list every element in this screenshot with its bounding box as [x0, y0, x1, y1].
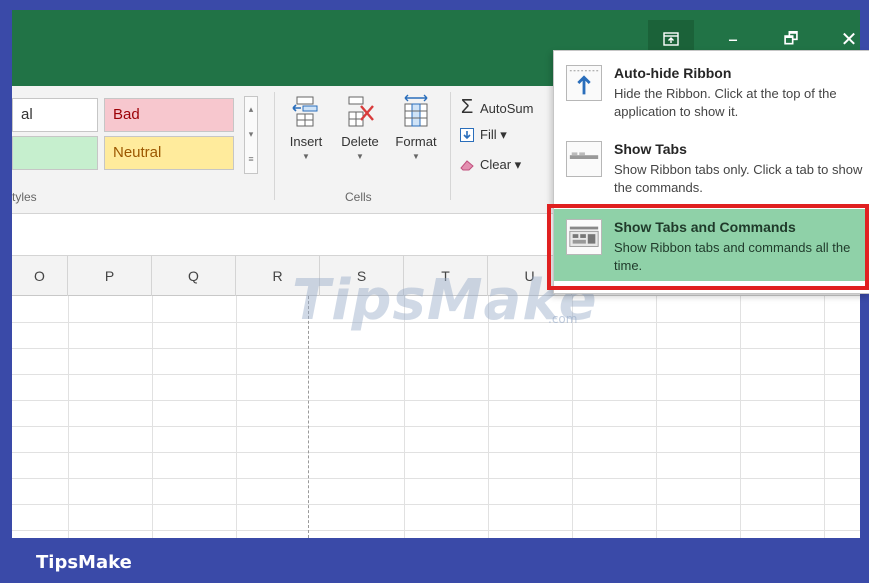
auto-hide-ribbon-icon [566, 65, 602, 101]
insert-button[interactable]: Insert ▼ [280, 94, 332, 161]
column-line [152, 296, 153, 538]
delete-label: Delete [341, 134, 379, 149]
clear-button[interactable]: Clear ▾ [458, 156, 521, 174]
autosum-button[interactable]: Σ AutoSum [458, 96, 534, 119]
clear-label: Clear ▾ [480, 157, 522, 172]
cells-group-label: Cells [345, 190, 372, 204]
scroll-up-icon[interactable]: ▴ [245, 97, 257, 122]
delete-cells-icon [348, 96, 374, 127]
group-divider [450, 92, 451, 200]
format-label: Format [395, 134, 437, 149]
insert-cells-icon [292, 96, 318, 127]
chevron-down-icon: ▼ [412, 152, 420, 161]
column-line [656, 296, 657, 538]
chevron-down-icon: ▼ [356, 152, 364, 161]
show-tabs-icon [566, 141, 602, 177]
menu-item-title: Show Tabs [614, 141, 687, 157]
group-divider [274, 92, 275, 200]
cell-style-good[interactable] [12, 136, 98, 170]
cell-style-bad[interactable]: Bad [104, 98, 234, 132]
fill-label: Fill ▾ [480, 127, 507, 142]
column-line [236, 296, 237, 538]
ribbon-display-options-icon [663, 32, 679, 46]
chevron-down-icon: ▼ [302, 152, 310, 161]
restore-icon: 🗗 [783, 29, 799, 48]
eraser-icon [458, 156, 476, 174]
gallery-more-icon[interactable]: ≡ [245, 147, 257, 172]
cell-style-neutral[interactable]: Neutral [104, 136, 234, 170]
menu-item-description: Show Ribbon tabs only. Click a tab to sh… [614, 162, 863, 195]
styles-gallery-scroller[interactable]: ▴ ▾ ≡ [244, 96, 258, 174]
fill-button[interactable]: Fill ▾ [458, 126, 507, 144]
format-cells-icon [404, 94, 428, 127]
row-line [12, 530, 860, 531]
delete-button[interactable]: Delete ▼ [334, 94, 386, 161]
frame-top [0, 0, 869, 10]
row-line [12, 400, 860, 401]
column-line [740, 296, 741, 538]
minimize-icon: – [728, 27, 738, 51]
column-line [68, 296, 69, 538]
row-line [12, 426, 860, 427]
cell-style-normal[interactable]: al [12, 98, 98, 132]
close-icon: ✕ [840, 27, 858, 51]
row-line [12, 374, 860, 375]
column-header-p[interactable]: P [68, 256, 152, 296]
column-line [824, 296, 825, 538]
row-line [12, 504, 860, 505]
styles-group-label: tyles [12, 190, 37, 204]
selection-highlight-outline [547, 204, 869, 290]
menu-item-title: Auto-hide Ribbon [614, 65, 732, 81]
fill-down-icon [458, 126, 476, 144]
row-line [12, 452, 860, 453]
frame-left [0, 0, 12, 583]
column-header-o[interactable]: O [12, 256, 68, 296]
format-button[interactable]: Format ▼ [390, 94, 442, 161]
menu-item-auto-hide-ribbon[interactable]: Auto-hide Ribbon Hide the Ribbon. Click … [554, 55, 869, 127]
autosum-label: AutoSum [480, 101, 534, 116]
sigma-icon: Σ [460, 96, 474, 118]
row-line [12, 478, 860, 479]
footer-brand-label: TipsMake [36, 552, 132, 573]
row-line [12, 348, 860, 349]
column-header-q[interactable]: Q [152, 256, 236, 296]
footer-bar: TipsMake [0, 538, 869, 583]
insert-label: Insert [289, 134, 323, 149]
menu-item-description: Hide the Ribbon. Click at the top of the… [614, 86, 837, 119]
scroll-down-icon[interactable]: ▾ [245, 122, 257, 147]
menu-item-show-tabs[interactable]: Show Tabs Show Ribbon tabs only. Click a… [554, 131, 869, 203]
watermark-suffix: .com [548, 312, 578, 326]
